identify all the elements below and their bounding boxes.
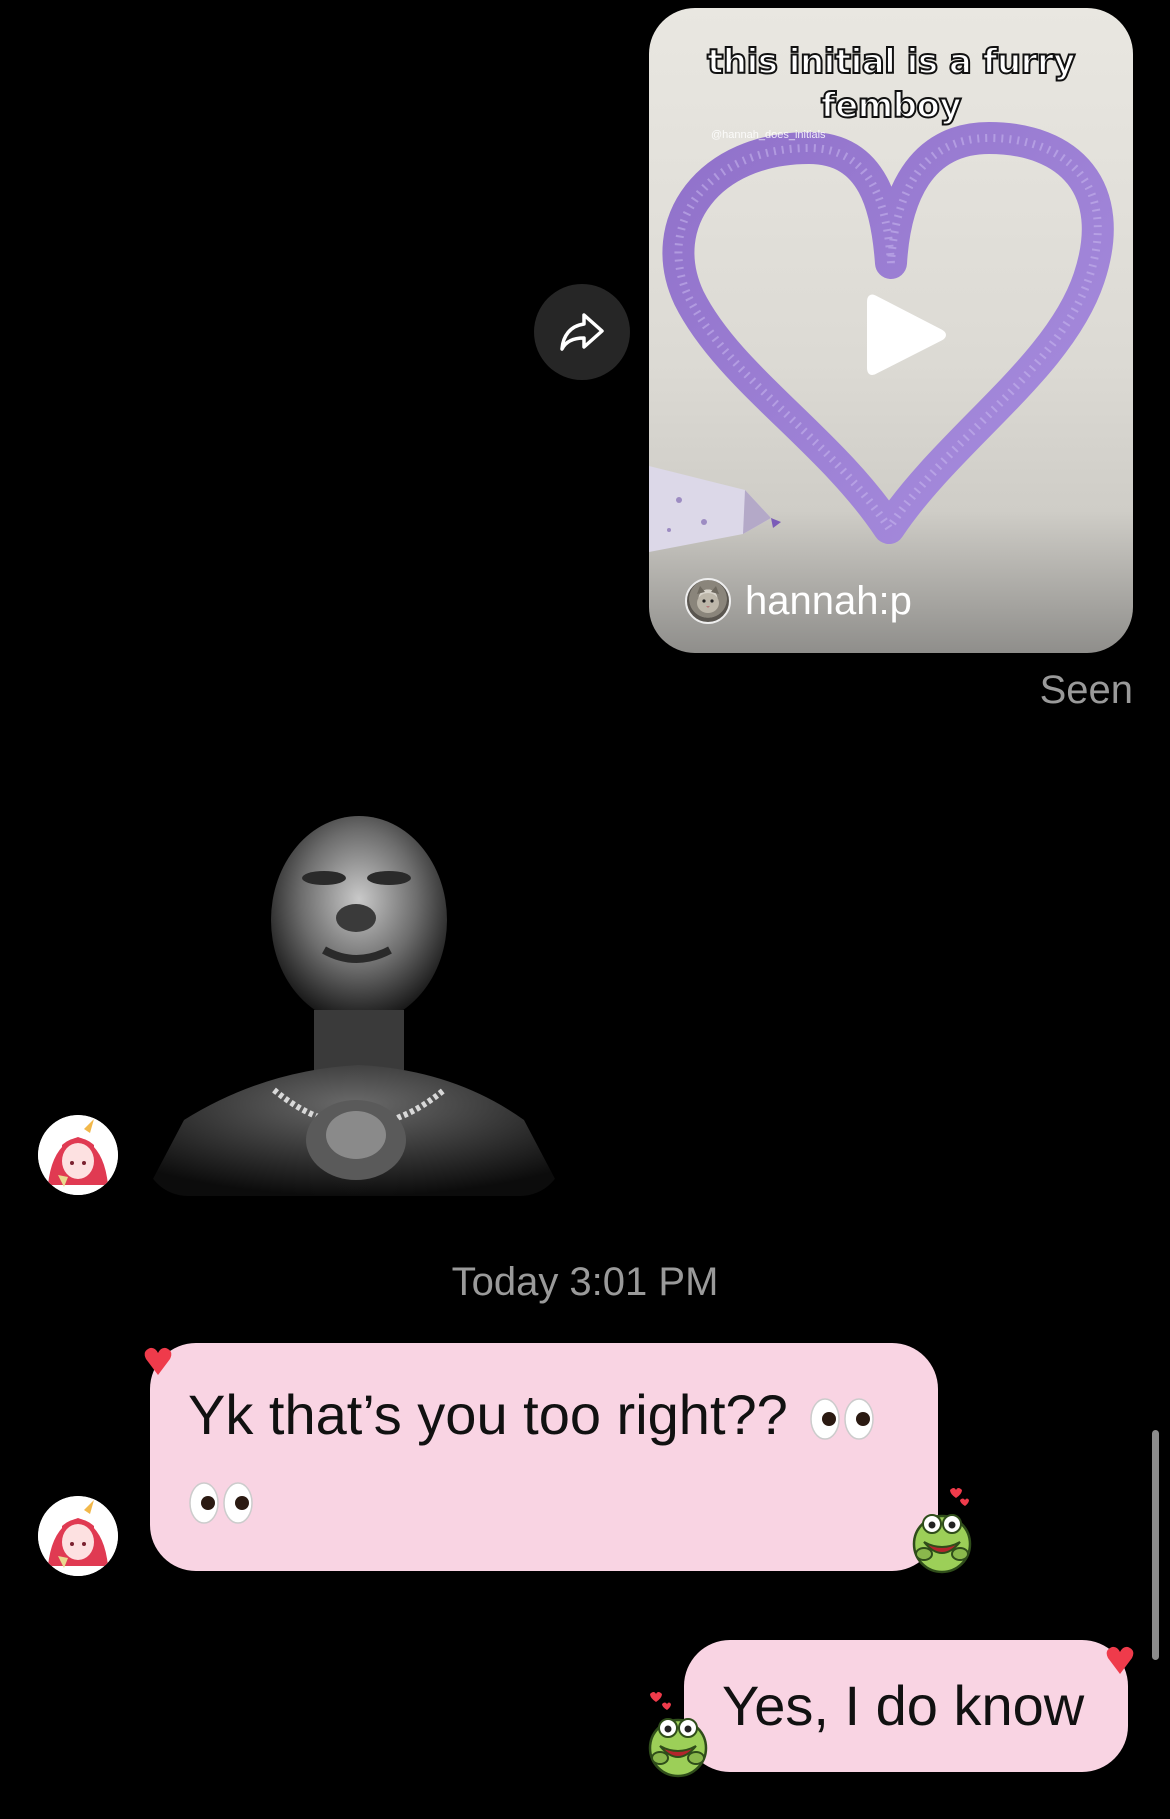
eyes-emoji bbox=[189, 1482, 253, 1524]
video-watermark: @hannah_does_initials bbox=[711, 129, 826, 141]
video-caption: this initial is a furry femboy bbox=[706, 41, 1076, 127]
sender-avatar[interactable] bbox=[38, 1115, 118, 1195]
heart-icon bbox=[1106, 1646, 1134, 1674]
portrait-photo bbox=[144, 800, 564, 1196]
eyes-emoji bbox=[810, 1398, 875, 1440]
message-timestamp: Today 3:01 PM bbox=[451, 1260, 719, 1304]
sender-avatar[interactable] bbox=[38, 1496, 118, 1576]
sent-message-bubble[interactable]: Yes, I do know bbox=[684, 1640, 1128, 1772]
frog-sticker bbox=[648, 1692, 708, 1778]
frog-sticker bbox=[912, 1488, 972, 1574]
video-author-name: hannah:p bbox=[745, 578, 912, 623]
scrollbar[interactable] bbox=[1152, 1430, 1159, 1660]
play-icon[interactable] bbox=[860, 290, 950, 380]
sent-message-text: Yes, I do know bbox=[722, 1674, 1085, 1737]
received-message-bubble[interactable]: Yk that’s you too right?? bbox=[150, 1343, 938, 1571]
video-author[interactable]: hannah:p bbox=[685, 578, 912, 624]
received-photo[interactable] bbox=[144, 800, 564, 1196]
seen-status: Seen bbox=[1039, 668, 1133, 712]
shared-video-card[interactable]: this initial is a furry femboy @hannah_d… bbox=[649, 8, 1133, 653]
anime-avatar-icon bbox=[38, 1496, 118, 1576]
anime-avatar-icon bbox=[38, 1115, 118, 1195]
share-button[interactable] bbox=[534, 284, 630, 380]
marker-pen-icon bbox=[649, 466, 781, 552]
cat-avatar-icon bbox=[685, 578, 731, 624]
heart-icon bbox=[144, 1347, 172, 1375]
share-icon bbox=[560, 313, 604, 351]
received-message-text: Yk that’s you too right?? bbox=[188, 1383, 788, 1446]
